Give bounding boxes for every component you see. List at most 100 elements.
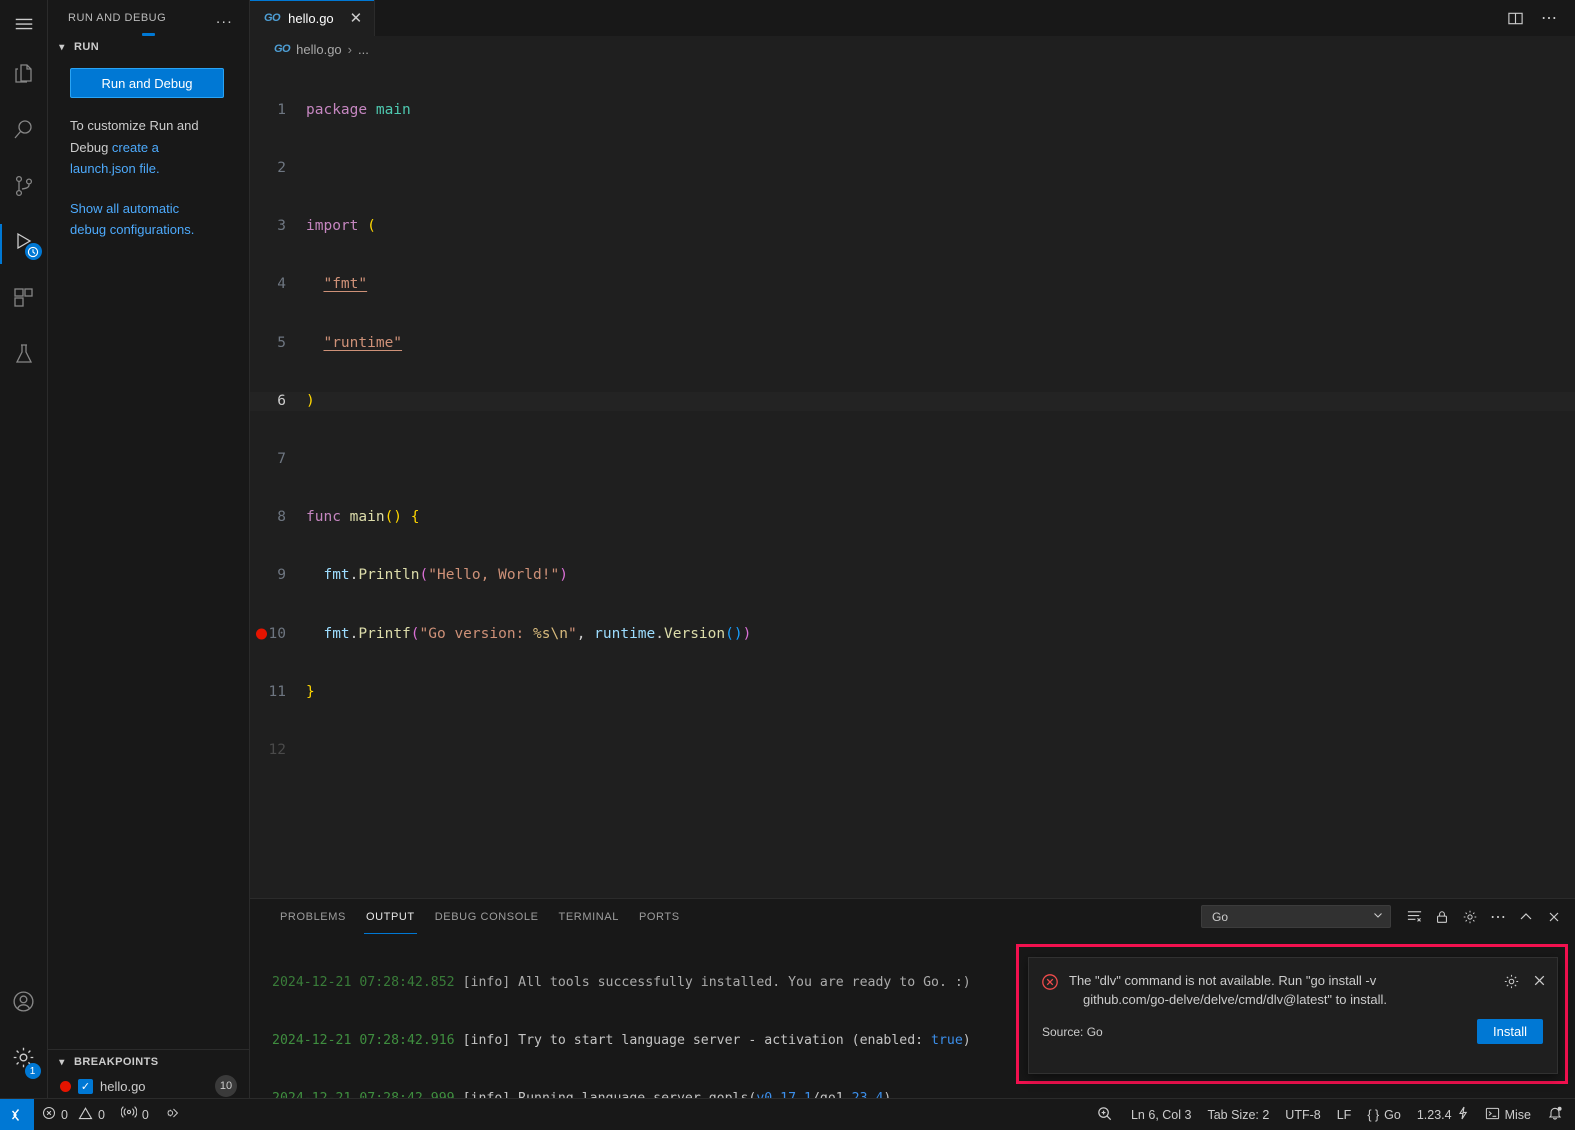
status-notifications[interactable] (1539, 1099, 1575, 1130)
create-launch-json-link-2[interactable]: launch.json file. (70, 161, 160, 176)
breadcrumb-separator: › (348, 42, 352, 57)
status-eol[interactable]: LF (1329, 1099, 1360, 1130)
chevron-up-icon[interactable] (1513, 904, 1539, 930)
output-value: v0.17.1 (756, 1091, 812, 1098)
hamburger-icon[interactable] (0, 0, 48, 48)
output-channel-select[interactable]: Go (1201, 905, 1391, 928)
line-number: 7 (250, 450, 306, 469)
show-all-configs-link-2[interactable]: debug configurations. (70, 222, 194, 237)
status-mise[interactable]: Mise (1477, 1099, 1539, 1130)
tab-debug-console[interactable]: DEBUG CONSOLE (425, 899, 549, 934)
error-icon (42, 1106, 56, 1123)
create-launch-json-link[interactable]: create a (112, 140, 159, 155)
code-line-8: 8func main() { (250, 508, 1575, 527)
section-header-breakpoints[interactable]: ▾ BREAKPOINTS (48, 1050, 249, 1074)
ellipsis-icon[interactable]: ⋯ (1535, 4, 1563, 32)
beaker-icon (12, 342, 36, 371)
breakpoint-file-label: hello.go (100, 1079, 146, 1094)
show-all-configs-link[interactable]: Show all automatic (70, 201, 179, 216)
accounts-button[interactable] (0, 976, 48, 1032)
close-icon[interactable] (1532, 973, 1547, 993)
sidebar-item-source-control[interactable] (0, 160, 48, 216)
status-problems[interactable]: 0 0 (34, 1099, 113, 1130)
sidebar-item-search[interactable] (0, 104, 48, 160)
output-value-2: 23.4 (852, 1091, 884, 1098)
activity-bar: 1 (0, 0, 48, 1098)
sidebar-title-label: RUN AND DEBUG (68, 12, 166, 24)
gear-icon[interactable] (1457, 904, 1483, 930)
breakpoint-item[interactable]: ✓ hello.go 10 (48, 1074, 249, 1098)
sidebar-run-and-debug: RUN AND DEBUG ... ▾ RUN Run and Debug To… (48, 0, 250, 1098)
line-number: 8 (250, 508, 306, 527)
close-icon[interactable] (1541, 904, 1567, 930)
line-number: 3 (250, 217, 306, 236)
sidebar-item-extensions[interactable] (0, 272, 48, 328)
notification-body: The "dlv" command is not available. Run … (1029, 958, 1557, 1009)
chevron-down-icon: ▾ (54, 42, 70, 53)
lock-icon[interactable] (1429, 904, 1455, 930)
output-message-tail: ) (883, 1091, 891, 1098)
code-line-5: 5 "runtime" (250, 334, 1575, 353)
sidebar-item-explorer[interactable] (0, 48, 48, 104)
output-value: true (931, 1033, 963, 1048)
run-and-debug-button[interactable]: Run and Debug (70, 68, 224, 98)
panel-actions: Go (1201, 904, 1575, 930)
notification-source: Source: Go (1042, 1025, 1103, 1039)
status-debug-button[interactable] (157, 1099, 189, 1130)
notification-highlight-box: The "dlv" command is not available. Run … (1016, 944, 1568, 1084)
line-number: 1 (250, 101, 306, 120)
vscode-window: 1 RUN AND DEBUG ... ▾ RUN Run and Debug … (0, 0, 1575, 1130)
tab-terminal[interactable]: TERMINAL (549, 899, 629, 934)
status-bar: 0 0 0 (0, 1098, 1575, 1130)
workbench-body: 1 RUN AND DEBUG ... ▾ RUN Run and Debug … (0, 0, 1575, 1098)
breadcrumb-file[interactable]: hello.go (296, 42, 342, 57)
section-header-run[interactable]: ▾ RUN (48, 36, 249, 58)
breakpoint-checkbox[interactable]: ✓ (78, 1079, 93, 1094)
sidebar-item-run-and-debug[interactable] (0, 216, 48, 272)
output-message: Try to start language server - activatio… (518, 1033, 931, 1048)
sidebar-progress-indicator (142, 33, 155, 36)
sidebar-item-testing[interactable] (0, 328, 48, 384)
output-level: [info] (463, 1033, 511, 1048)
install-button[interactable]: Install (1477, 1019, 1543, 1044)
editor-area: GO hello.go ✕ ⋯ GO hello.go › ... (250, 0, 1575, 1098)
code-line-1: 1package main (250, 101, 1575, 120)
status-ports[interactable]: 0 (113, 1099, 157, 1130)
split-editor-icon[interactable] (1501, 4, 1529, 32)
output-timestamp: 2024-12-21 07:28:42.999 (272, 1091, 455, 1098)
manage-settings-button[interactable]: 1 (0, 1032, 48, 1088)
zoom-in-icon (1096, 1105, 1113, 1125)
editor-tab-bar: GO hello.go ✕ ⋯ (250, 0, 1575, 36)
tab-ports[interactable]: PORTS (629, 899, 690, 934)
code-line-11: 11} (250, 683, 1575, 702)
code-line-6: 6) (250, 392, 1575, 411)
close-icon[interactable]: ✕ (350, 9, 363, 27)
code-line-3: 3import ( (250, 217, 1575, 236)
remote-window-icon[interactable] (0, 1099, 34, 1130)
breakpoint-dot-icon[interactable] (256, 629, 267, 640)
clock-badge-icon (25, 243, 42, 260)
code-editor[interactable]: 1package main 2 3import ( 4 "fmt" 5 "run… (250, 62, 1575, 898)
status-go-version[interactable]: 1.23.4 (1409, 1099, 1477, 1130)
gear-icon[interactable] (1503, 973, 1520, 995)
output-message-mid: /go1. (812, 1091, 852, 1098)
status-cursor-position[interactable]: Ln 6, Col 3 (1123, 1099, 1199, 1130)
notification-toast: The "dlv" command is not available. Run … (1028, 957, 1558, 1074)
tab-problems[interactable]: PROBLEMS (270, 899, 356, 934)
output-timestamp: 2024-12-21 07:28:42.852 (272, 975, 455, 990)
status-language-mode[interactable]: { } Go (1359, 1099, 1409, 1130)
editor-tab-hello-go[interactable]: GO hello.go ✕ (250, 0, 375, 36)
status-bar-right: Ln 6, Col 3 Tab Size: 2 UTF-8 LF { } Go … (1086, 1099, 1575, 1130)
breakpoint-dot-icon (60, 1081, 71, 1092)
status-zoom-indicator[interactable] (1086, 1099, 1123, 1130)
notification-message-line-1: The "dlv" command is not available. Run … (1069, 973, 1376, 988)
status-encoding[interactable]: UTF-8 (1277, 1099, 1328, 1130)
ellipsis-icon[interactable]: ⋯ (1485, 904, 1511, 930)
breadcrumb-trail[interactable]: ... (358, 42, 369, 57)
error-count: 0 (61, 1108, 68, 1122)
help-line-2-prefix: Debug (70, 140, 112, 155)
clear-output-icon[interactable] (1401, 904, 1427, 930)
sidebar-more-actions-button[interactable]: ... (216, 10, 241, 27)
status-tab-size[interactable]: Tab Size: 2 (1199, 1099, 1277, 1130)
tab-output[interactable]: OUTPUT (356, 899, 425, 934)
